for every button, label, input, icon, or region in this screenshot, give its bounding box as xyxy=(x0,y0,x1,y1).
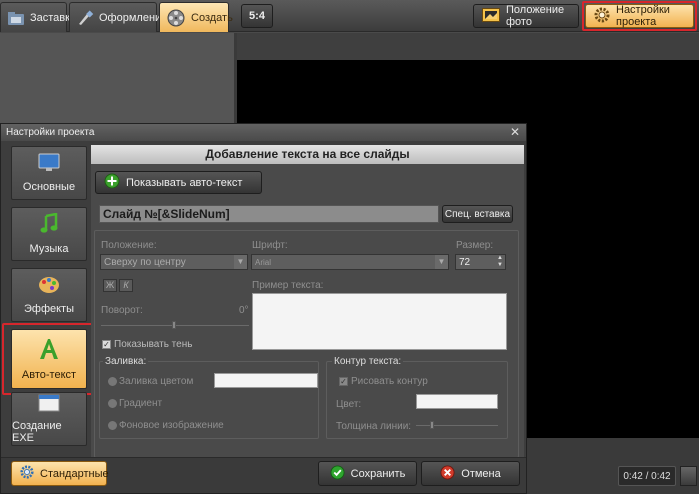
project-settings-dialog: Настройки проекта ✕ Основные Музыка Эффе… xyxy=(0,123,527,494)
stepper-arrows-icon[interactable]: ▲ ▼ xyxy=(495,255,505,269)
line-width-slider-track xyxy=(416,425,498,426)
window-icon xyxy=(38,394,60,415)
dialog-title: Настройки проекта xyxy=(1,124,526,141)
project-settings-label: Настройки проекта xyxy=(616,4,670,28)
film-folder-icon xyxy=(7,8,25,28)
autotext-input[interactable]: Слайд №[&SlideNum] xyxy=(99,205,439,223)
gradient-label: Градиент xyxy=(119,398,163,409)
sidebar-item-label: Создание EXE xyxy=(12,420,62,444)
aspect-ratio-button[interactable]: 5:4 xyxy=(241,4,273,28)
sidebar-item-exe[interactable]: Создание EXE xyxy=(11,392,87,446)
line-width-slider-thumb[interactable] xyxy=(430,421,434,429)
position-label: Положение: xyxy=(101,240,157,251)
font-select[interactable]: Arial xyxy=(251,254,449,270)
tab-design[interactable]: Оформление xyxy=(69,2,167,32)
font-label: Шрифт: xyxy=(252,240,288,251)
film-reel-icon xyxy=(166,8,186,28)
fill-color-radio[interactable] xyxy=(108,377,117,386)
line-width-label: Толщина линии: xyxy=(336,421,412,432)
draw-outline-checkbox[interactable]: ✓ xyxy=(339,377,348,386)
rotation-slider-thumb[interactable] xyxy=(172,321,176,329)
palette-icon xyxy=(38,275,60,298)
sidebar-item-effects[interactable]: Эффекты xyxy=(11,268,87,322)
sidebar-item-label: Основные xyxy=(22,181,76,193)
sidebar-item-main[interactable]: Основные xyxy=(11,146,87,200)
monitor-icon xyxy=(38,153,60,176)
tab-screensavers[interactable]: Заставки xyxy=(0,2,76,32)
sidebar-item-label: Музыка xyxy=(29,243,69,255)
fill-color-label: Заливка цветом xyxy=(119,376,194,387)
rotation-value: 0° xyxy=(239,305,249,316)
sidebar-item-music[interactable]: Музыка xyxy=(11,207,87,261)
slides-area xyxy=(0,33,234,123)
autotext-pane: Добавление текста на все слайды Показыва… xyxy=(91,145,524,458)
cancel-button[interactable]: Отмена xyxy=(421,461,520,486)
sidebar-item-label: Авто-текст xyxy=(21,369,77,381)
draw-outline-label: Рисовать контур xyxy=(351,376,428,387)
plus-circle-icon xyxy=(104,173,120,192)
bold-button[interactable]: Ж xyxy=(103,279,117,292)
sample-label: Пример текста: xyxy=(252,280,324,291)
outline-group-label: Контур текста: xyxy=(332,356,404,367)
time-display: 0:42 / 0:42 xyxy=(618,466,676,486)
standard-label: Стандартные xyxy=(40,467,109,480)
size-value: 72 xyxy=(459,256,471,268)
photo-position-button[interactable]: Положение фото xyxy=(473,4,579,28)
italic-button[interactable]: К xyxy=(119,279,133,292)
fill-color-swatch[interactable] xyxy=(214,373,318,388)
special-insert-button[interactable]: Спец. вставка xyxy=(442,205,513,223)
project-settings-button[interactable]: Настройки проекта xyxy=(585,4,694,28)
color-label: Цвет: xyxy=(336,399,362,410)
tab-create[interactable]: Создать xyxy=(159,2,233,32)
gear-icon xyxy=(594,7,610,26)
chevron-down-icon[interactable]: ▼ xyxy=(435,255,448,269)
show-shadow-checkbox[interactable]: ✓ xyxy=(102,340,111,349)
outline-color-swatch[interactable] xyxy=(416,394,498,409)
save-button[interactable]: Сохранить xyxy=(318,461,417,486)
standard-button[interactable]: Стандартные xyxy=(11,461,109,486)
photo-position-label: Положение фото xyxy=(506,4,565,28)
rotation-label: Поворот: xyxy=(101,305,143,316)
bg-image-label: Фоновое изображение xyxy=(119,420,224,431)
font-value: Arial xyxy=(255,257,272,267)
show-autotext-button[interactable]: Показывать авто-текст xyxy=(95,171,262,194)
size-label: Размер: xyxy=(456,240,494,251)
show-autotext-label: Показывать авто-текст xyxy=(126,176,243,189)
letter-a-icon xyxy=(37,337,61,364)
chevron-down-icon[interactable]: ▼ xyxy=(234,255,247,269)
position-value: Сверху по центру xyxy=(104,256,186,268)
sidebar-item-autotext[interactable]: Авто-текст xyxy=(11,329,87,389)
tab-label: Создать xyxy=(191,11,233,24)
show-shadow-label: Показывать тень xyxy=(114,339,193,350)
position-select[interactable]: Сверху по центру xyxy=(100,254,248,270)
preview-header xyxy=(237,33,699,60)
fullscreen-button[interactable] xyxy=(680,466,697,486)
pane-header: Добавление текста на все слайды xyxy=(91,145,524,164)
gradient-radio[interactable] xyxy=(108,399,117,408)
save-label: Сохранить xyxy=(350,467,406,480)
sidebar-item-label: Эффекты xyxy=(23,303,74,315)
close-circle-icon xyxy=(440,464,455,483)
fill-group-label: Заливка: xyxy=(103,356,149,367)
brush-icon xyxy=(76,8,94,28)
bg-image-radio[interactable] xyxy=(108,421,117,430)
gear-icon xyxy=(20,465,34,482)
sample-preview xyxy=(252,293,507,350)
music-note-icon xyxy=(39,212,59,238)
checkmark-icon xyxy=(330,464,345,483)
landscape-photo-icon xyxy=(482,7,500,25)
tab-label: Оформление xyxy=(99,11,168,24)
close-icon[interactable]: ✕ xyxy=(510,125,520,139)
cancel-label: Отмена xyxy=(461,467,501,480)
